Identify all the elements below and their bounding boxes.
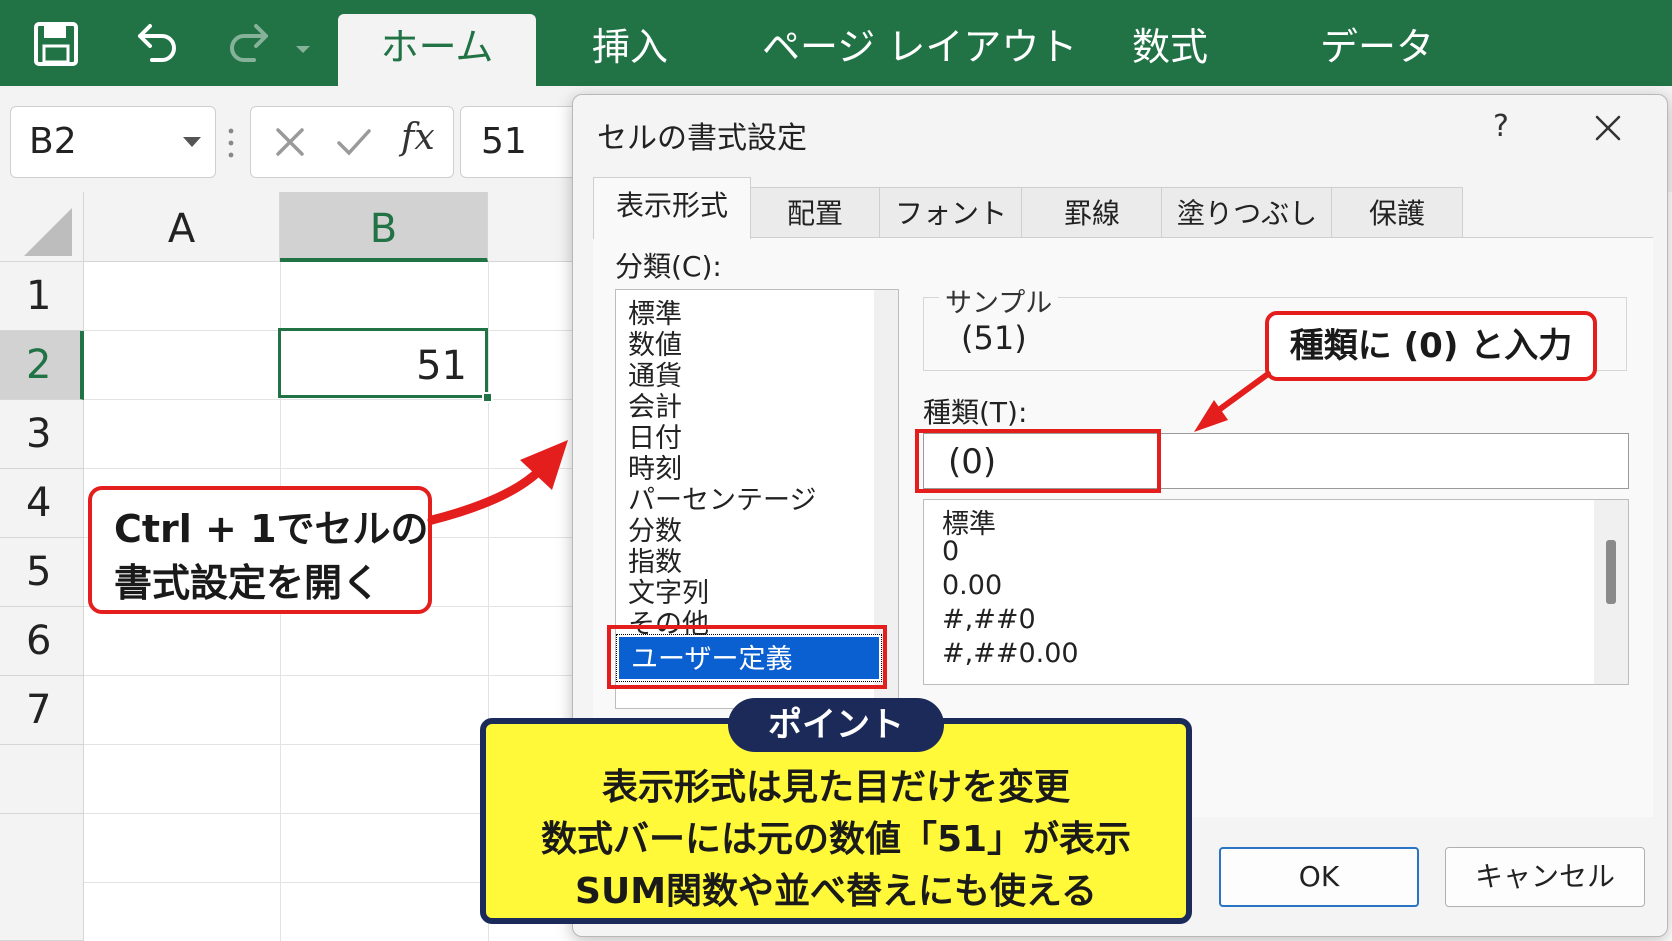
- sample-label: サンプル: [939, 281, 1059, 320]
- category-label: 分類(C):: [615, 250, 722, 283]
- column-header-a[interactable]: A: [84, 192, 280, 262]
- fill-handle[interactable]: [482, 392, 493, 403]
- tab-protection[interactable]: 保護: [1331, 187, 1463, 237]
- select-all-triangle-icon: [24, 208, 72, 256]
- callout-type-entry: 種類に (0) と入力: [1265, 311, 1597, 381]
- tab-border[interactable]: 罫線: [1021, 187, 1163, 237]
- grid-line: [84, 468, 590, 469]
- tab-home[interactable]: ホーム: [338, 14, 536, 86]
- selected-cell-b2[interactable]: 51: [278, 328, 488, 398]
- format-scrollbar[interactable]: [1594, 500, 1628, 684]
- list-item[interactable]: #,##0.00: [942, 638, 1079, 669]
- name-box[interactable]: B2: [10, 106, 216, 178]
- chevron-down-icon[interactable]: [183, 137, 201, 147]
- cancel-button[interactable]: キャンセル: [1445, 847, 1645, 907]
- tab-fill[interactable]: 塗りつぶし: [1161, 187, 1333, 237]
- callout-shortcut-line-1: Ctrl + 1でセルの: [114, 507, 429, 551]
- type-label: 種類(T):: [923, 396, 1028, 429]
- dialog-title: セルの書式設定: [597, 121, 807, 156]
- point-line-2: 数式バーには元の数値「51」が表示: [540, 819, 1132, 860]
- tab-page-layout[interactable]: ページ レイアウト: [762, 0, 1077, 86]
- scrollbar-thumb[interactable]: [1606, 540, 1616, 604]
- list-item[interactable]: 0: [942, 536, 959, 567]
- ok-button[interactable]: OK: [1219, 847, 1419, 907]
- drag-handle-icon[interactable]: [228, 126, 234, 160]
- point-line-3: SUM関数や並べ替えにも使える: [575, 871, 1097, 912]
- enter-check-icon[interactable]: [335, 125, 373, 159]
- list-item[interactable]: #,##0: [942, 604, 1036, 635]
- close-icon[interactable]: [1593, 113, 1623, 143]
- insert-function-icon[interactable]: fx: [401, 117, 435, 158]
- list-item[interactable]: 0.00: [942, 570, 1002, 601]
- tab-font[interactable]: フォント: [879, 187, 1023, 237]
- row-header-2[interactable]: 2: [0, 331, 84, 400]
- row-header-5[interactable]: 5: [0, 538, 84, 607]
- tab-formulas[interactable]: 数式: [1132, 0, 1208, 86]
- select-all-corner[interactable]: [0, 192, 84, 262]
- row-header-7[interactable]: 7: [0, 676, 84, 745]
- row-header-1[interactable]: 1: [0, 262, 84, 331]
- column-header-b[interactable]: B: [280, 192, 488, 262]
- redo-icon[interactable]: [224, 14, 284, 74]
- grid-line: [84, 399, 590, 400]
- highlight-box-type: [915, 429, 1161, 493]
- formula-buttons: fx: [250, 106, 454, 178]
- tab-number-format[interactable]: 表示形式: [593, 177, 751, 239]
- row-header-9[interactable]: [0, 814, 84, 941]
- tab-alignment[interactable]: 配置: [749, 187, 881, 237]
- tab-insert[interactable]: 挿入: [592, 0, 668, 86]
- help-button[interactable]: ?: [1493, 109, 1509, 144]
- dialog-tabs: 表示形式 配置 フォント 罫線 塗りつぶし 保護: [593, 177, 1653, 239]
- cell-value: 51: [416, 343, 467, 389]
- row-header-8[interactable]: [0, 745, 84, 814]
- callout-shortcut-line-2: 書式設定を開く: [114, 561, 381, 605]
- save-icon[interactable]: [26, 14, 86, 74]
- point-tag: ポイント: [728, 698, 944, 752]
- ribbon: ホーム 挿入 ページ レイアウト 数式 データ: [0, 0, 1672, 86]
- row-header-6[interactable]: 6: [0, 607, 84, 676]
- redo-dropdown-icon[interactable]: [296, 46, 310, 53]
- row-header-4[interactable]: 4: [0, 469, 84, 538]
- point-line-1: 表示形式は見た目だけを変更: [601, 767, 1070, 808]
- tab-data[interactable]: データ: [1320, 0, 1434, 86]
- formula-input[interactable]: 51: [460, 106, 590, 178]
- grid-line: [84, 675, 590, 676]
- name-box-value: B2: [29, 121, 77, 162]
- formula-value: 51: [481, 121, 527, 162]
- format-list[interactable]: 標準 0 0.00 #,##0 #,##0.00: [923, 499, 1629, 685]
- callout-shortcut: Ctrl + 1でセルの 書式設定を開く: [88, 486, 432, 614]
- row-header-3[interactable]: 3: [0, 400, 84, 469]
- sample-value: (51): [961, 319, 1027, 357]
- undo-icon[interactable]: [126, 14, 186, 74]
- highlight-box-category: [607, 625, 887, 689]
- cancel-icon[interactable]: [273, 125, 307, 159]
